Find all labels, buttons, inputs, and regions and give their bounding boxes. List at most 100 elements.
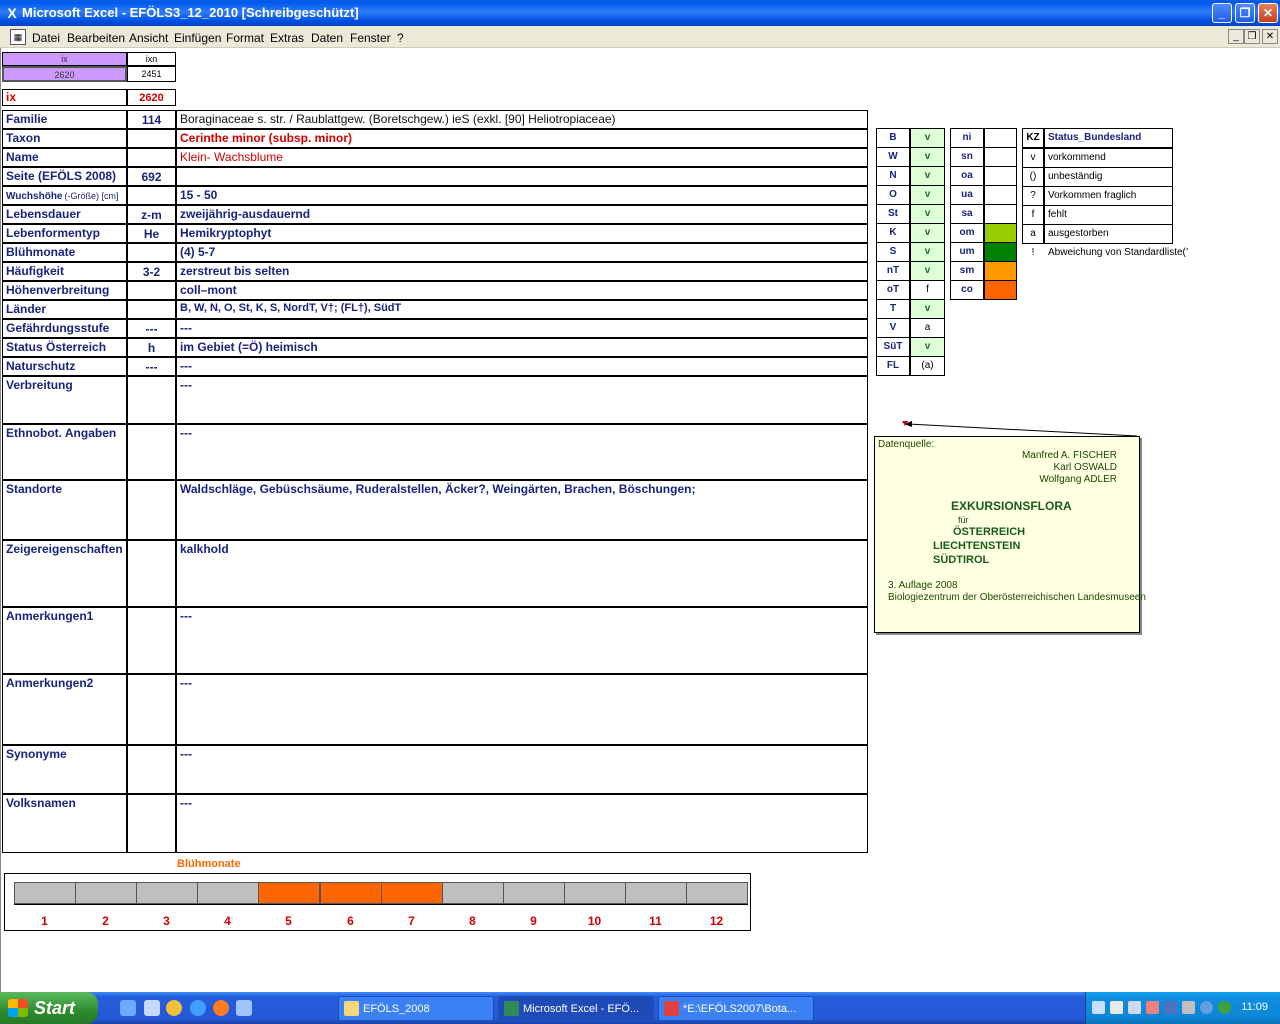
field-code[interactable] xyxy=(127,186,176,205)
field-label[interactable]: Wuchshöhe (-Größe) [cm] xyxy=(2,186,127,205)
menu-help[interactable]: ? xyxy=(397,31,404,45)
field-label[interactable]: Standorte xyxy=(2,480,127,540)
state-code[interactable]: V xyxy=(876,318,910,338)
minimize-button[interactable]: _ xyxy=(1212,3,1232,23)
workbook-icon[interactable]: ▦ xyxy=(10,29,26,45)
field-label[interactable]: Lebensdauer xyxy=(2,205,127,224)
menu-format[interactable]: Format xyxy=(226,31,264,45)
menu-datei[interactable]: Datei xyxy=(32,31,60,45)
field-code[interactable] xyxy=(127,607,176,674)
field-code[interactable]: h xyxy=(127,338,176,357)
state-code[interactable]: K xyxy=(876,223,910,243)
volume-icon[interactable] xyxy=(1110,1001,1123,1014)
state-status[interactable]: v xyxy=(910,337,945,357)
field-value[interactable]: kalkhold xyxy=(176,540,868,607)
field-code[interactable]: --- xyxy=(127,357,176,376)
field-label[interactable]: Familie xyxy=(2,110,127,129)
altitude-zone-swatch[interactable] xyxy=(984,280,1017,300)
field-label[interactable]: Verbreitung xyxy=(2,376,127,424)
field-code[interactable] xyxy=(127,300,176,319)
field-label[interactable]: Taxon xyxy=(2,129,127,148)
field-label[interactable]: Lebenformentyp xyxy=(2,224,127,243)
start-button[interactable]: Start xyxy=(0,992,98,1024)
state-status[interactable]: (a) xyxy=(910,356,945,376)
altitude-zone-swatch[interactable] xyxy=(984,223,1017,243)
state-code[interactable]: SüT xyxy=(876,337,910,357)
field-label[interactable]: Höhenverbreitung xyxy=(2,281,127,300)
task-editor[interactable]: *E:\EFÖLS2007\Bota... xyxy=(658,996,814,1021)
field-value[interactable]: --- xyxy=(176,424,868,480)
altitude-zone-code[interactable]: co xyxy=(950,280,984,300)
field-code[interactable] xyxy=(127,424,176,480)
altitude-zone-swatch[interactable] xyxy=(984,204,1017,224)
field-code[interactable]: 114 xyxy=(127,110,176,129)
field-code[interactable] xyxy=(127,243,176,262)
messenger-icon[interactable] xyxy=(236,1000,252,1016)
field-code[interactable] xyxy=(127,148,176,167)
state-code[interactable]: T xyxy=(876,299,910,319)
state-code[interactable]: B xyxy=(876,128,910,148)
field-value[interactable]: --- xyxy=(176,745,868,794)
field-label[interactable]: Länder xyxy=(2,300,127,319)
state-status[interactable]: v xyxy=(910,242,945,262)
field-value[interactable]: B, W, N, O, St, K, S, NordT, V†; (FL†), … xyxy=(176,300,868,319)
firefox-icon[interactable] xyxy=(213,1000,229,1016)
field-value[interactable]: zerstreut bis selten xyxy=(176,262,868,281)
altitude-zone-code[interactable]: sm xyxy=(950,261,984,281)
search-icon[interactable] xyxy=(1128,1001,1141,1014)
internet-explorer-icon[interactable] xyxy=(190,1000,206,1016)
state-code[interactable]: S xyxy=(876,242,910,262)
field-label[interactable]: Status Österreich xyxy=(2,338,127,357)
field-value[interactable]: 15 - 50 xyxy=(176,186,868,205)
field-value[interactable]: --- xyxy=(176,357,868,376)
field-value[interactable]: Boraginaceae s. str. / Raublattgew. (Bor… xyxy=(176,110,868,129)
field-value[interactable] xyxy=(176,167,868,186)
menu-extras[interactable]: Extras xyxy=(270,31,304,45)
menu-einfuegen[interactable]: Einfügen xyxy=(174,31,221,45)
explorer-icon[interactable] xyxy=(144,1000,160,1016)
state-status[interactable]: v xyxy=(910,261,945,281)
field-code[interactable]: --- xyxy=(127,319,176,338)
field-code[interactable] xyxy=(127,794,176,853)
state-code[interactable]: nT xyxy=(876,261,910,281)
altitude-zone-code[interactable]: sn xyxy=(950,147,984,167)
field-value[interactable]: --- xyxy=(176,674,868,745)
state-code[interactable]: N xyxy=(876,166,910,186)
field-value[interactable]: (4) 5-7 xyxy=(176,243,868,262)
network-icon[interactable] xyxy=(1092,1001,1105,1014)
state-status[interactable]: f xyxy=(910,280,945,300)
menu-fenster[interactable]: Fenster xyxy=(350,31,391,45)
field-code[interactable] xyxy=(127,129,176,148)
field-value[interactable]: --- xyxy=(176,319,868,338)
altitude-zone-swatch[interactable] xyxy=(984,261,1017,281)
field-value[interactable]: Waldschläge, Gebüschsäume, Ruderalstelle… xyxy=(176,480,868,540)
field-label[interactable]: Anmerkungen2 xyxy=(2,674,127,745)
state-code[interactable]: O xyxy=(876,185,910,205)
field-code[interactable] xyxy=(127,745,176,794)
field-value[interactable]: --- xyxy=(176,794,868,853)
state-status[interactable]: v xyxy=(910,185,945,205)
security-icon[interactable] xyxy=(1146,1001,1159,1014)
task-efoels-folder[interactable]: EFÖLS_2008 xyxy=(338,996,494,1021)
field-value[interactable]: Cerinthe minor (subsp. minor) xyxy=(176,129,868,148)
state-status[interactable]: v xyxy=(910,166,945,186)
ixn-header[interactable]: ixn xyxy=(127,52,176,66)
field-label[interactable]: Seite (EFÖLS 2008) xyxy=(2,167,127,186)
altitude-zone-code[interactable]: um xyxy=(950,242,984,262)
field-code[interactable] xyxy=(127,376,176,424)
field-code[interactable]: He xyxy=(127,224,176,243)
source-comment[interactable]: Datenquelle: Manfred A. FISCHER Karl OSW… xyxy=(874,436,1146,633)
state-code[interactable]: oT xyxy=(876,280,910,300)
field-value[interactable]: coll–mont xyxy=(176,281,868,300)
field-label[interactable]: Anmerkungen1 xyxy=(2,607,127,674)
menu-bearbeiten[interactable]: Bearbeiten xyxy=(67,31,125,45)
close-button[interactable]: ✕ xyxy=(1258,3,1278,23)
ix-header[interactable]: ix xyxy=(2,52,127,66)
state-status[interactable]: v xyxy=(910,147,945,167)
doc-minimize-button[interactable]: _ xyxy=(1228,29,1244,44)
field-code[interactable]: 692 xyxy=(127,167,176,186)
desktop-icon[interactable] xyxy=(120,1000,136,1016)
field-value[interactable]: zweijährig-ausdauernd xyxy=(176,205,868,224)
doc-restore-button[interactable]: ❐ xyxy=(1244,29,1260,44)
altitude-zone-code[interactable]: sa xyxy=(950,204,984,224)
